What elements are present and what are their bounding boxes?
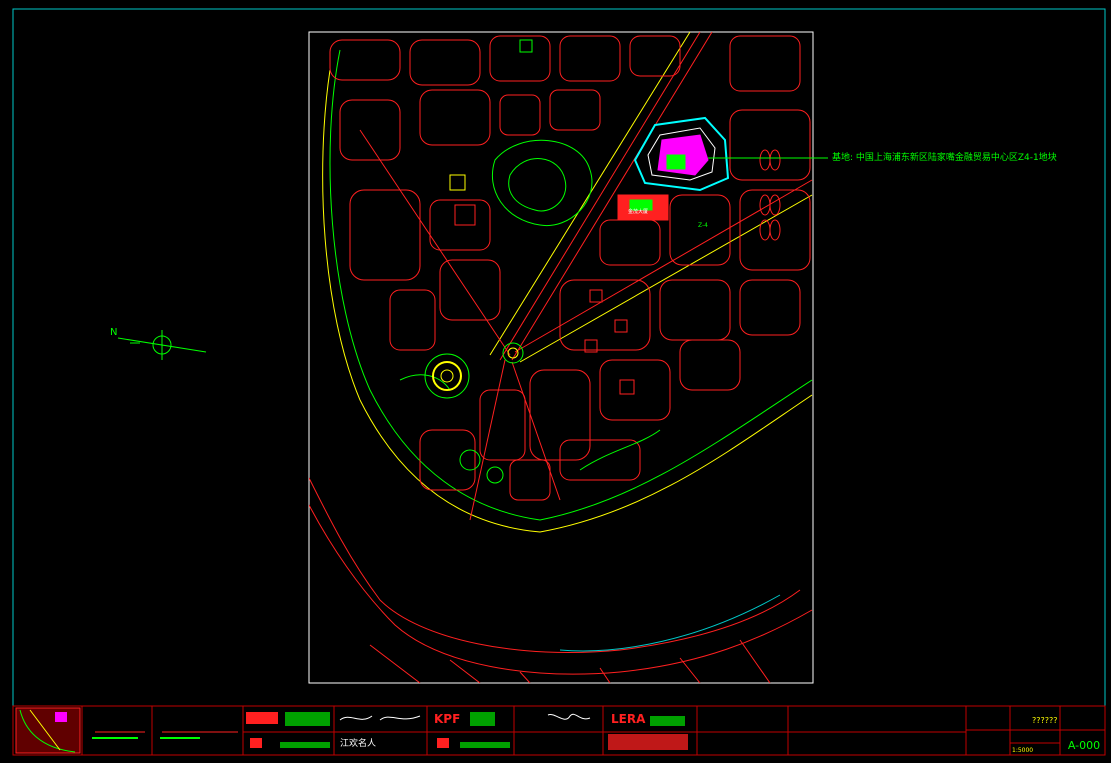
kpf-logo: KPF bbox=[434, 712, 461, 726]
title-block-grid bbox=[12, 705, 1106, 756]
signature-text: 江欢名人 bbox=[340, 739, 377, 749]
roundabout-outer bbox=[502, 342, 524, 364]
title-block-thumbnail bbox=[15, 707, 81, 754]
lera-logo: LERA bbox=[611, 712, 646, 726]
site-tower-footprint bbox=[666, 154, 686, 170]
riverbank-line bbox=[309, 477, 801, 654]
plot-sublabel: 金茂大厦 bbox=[628, 209, 649, 215]
north-arrow bbox=[117, 330, 207, 360]
scale-text: 1:5000 bbox=[1012, 747, 1034, 754]
site-annotation: 基地: 中国上海浦东新区陆家嘴金融贸易中心区Z4-1地块 bbox=[832, 153, 1057, 163]
title-block-marks bbox=[92, 712, 688, 750]
sheet-number: A-000 bbox=[1067, 739, 1101, 752]
cad-drawing-svg bbox=[12, 8, 1106, 756]
river-piers bbox=[369, 639, 771, 683]
boundary-yellow bbox=[322, 69, 813, 533]
site-map bbox=[309, 32, 813, 683]
north-label: N bbox=[110, 327, 118, 338]
south-road-2 bbox=[511, 361, 561, 501]
riverbank-line-2 bbox=[309, 504, 813, 675]
park-boundary bbox=[329, 49, 813, 521]
sheet-border bbox=[12, 8, 1106, 756]
title-block-unknown-text: ?????? bbox=[1032, 716, 1058, 725]
cad-drawing-canvas: 基地: 中国上海浦东新区陆家嘴金融贸易中心区Z4-1地块 N Z-4 金茂大厦 … bbox=[0, 0, 1111, 759]
river-path-cyan bbox=[559, 594, 781, 652]
city-blocks bbox=[329, 35, 811, 501]
plot-label: Z-4 bbox=[698, 222, 708, 229]
plaza-center bbox=[440, 369, 454, 383]
